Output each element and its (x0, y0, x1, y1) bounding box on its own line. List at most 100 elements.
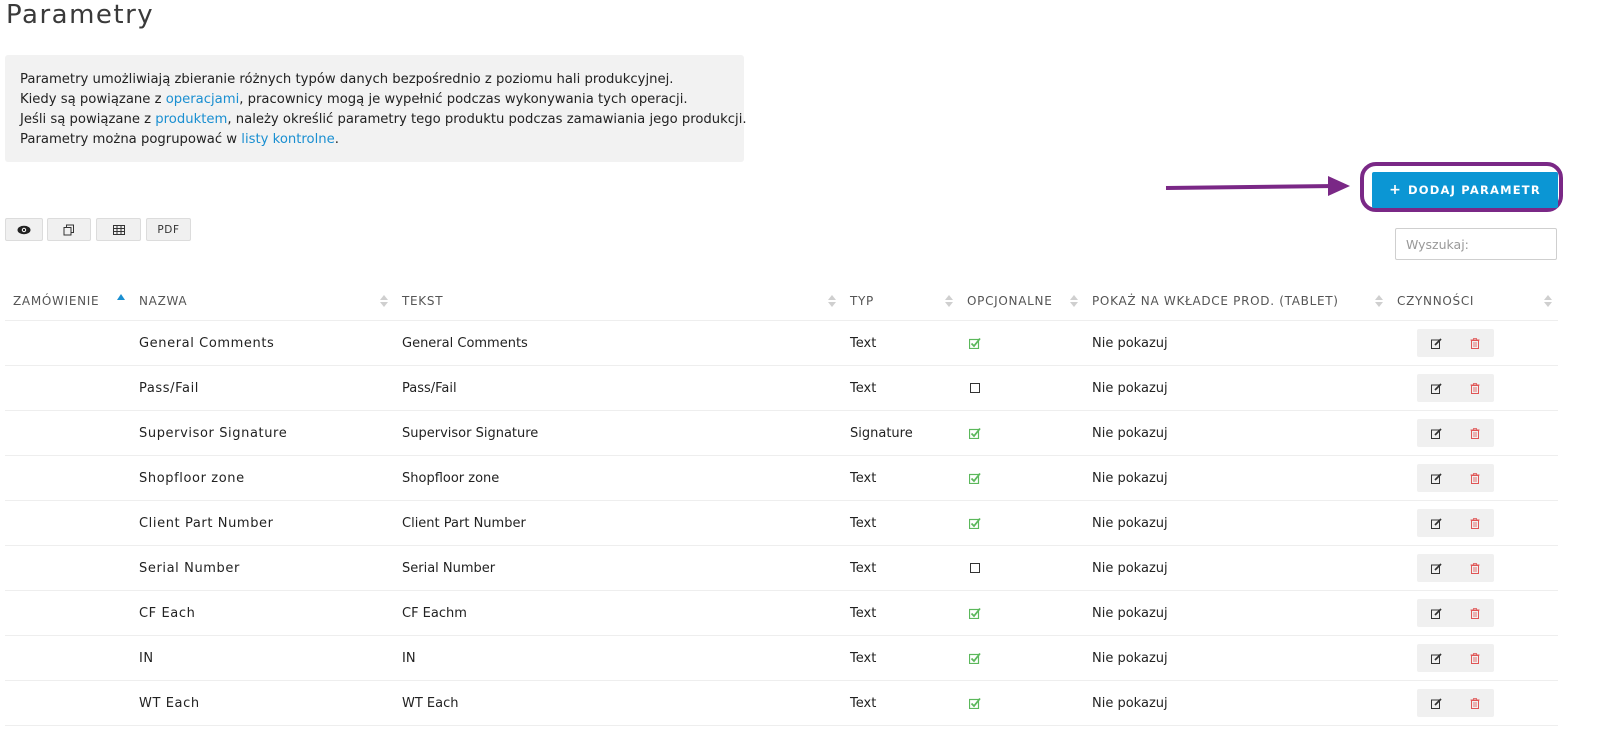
excel-export-button[interactable] (96, 218, 141, 241)
parameter-name-link[interactable]: WT Each (131, 680, 394, 726)
text-cell: Client Part Number (394, 500, 842, 546)
pdf-label: PDF (157, 223, 180, 236)
edit-button[interactable] (1421, 329, 1451, 357)
optional-cell (959, 635, 1084, 681)
parameter-name-link[interactable]: Supervisor Signature (131, 410, 394, 456)
operations-link[interactable]: operacjami (166, 92, 240, 107)
delete-button[interactable] (1460, 464, 1490, 492)
trash-icon (1470, 652, 1480, 664)
row-actions (1417, 599, 1494, 627)
text-cell: Pass/Fail (394, 365, 842, 411)
header-name[interactable]: NAZWA (131, 282, 394, 321)
type-cell: Text (842, 545, 959, 591)
pdf-export-button[interactable]: PDF (146, 218, 191, 241)
actions-cell (1389, 410, 1558, 456)
actions-cell (1389, 545, 1558, 591)
parameter-name-link[interactable]: Client Part Number (131, 500, 394, 546)
delete-button[interactable] (1460, 329, 1490, 357)
unchecked-checkbox-icon (970, 563, 980, 573)
parameter-name-link[interactable]: Serial Number (131, 545, 394, 591)
delete-button[interactable] (1460, 419, 1490, 447)
edit-button[interactable] (1421, 599, 1451, 627)
header-text[interactable]: TEKST (394, 282, 842, 321)
row-actions (1417, 689, 1494, 717)
trash-icon (1470, 697, 1480, 709)
checked-checkbox-icon (969, 607, 981, 619)
row-actions (1417, 554, 1494, 582)
info-line-1: Parametry umożliwiają zbieranie różnych … (20, 72, 674, 87)
text-cell: CF Eachm (394, 590, 842, 636)
header-type[interactable]: TYP (842, 282, 959, 321)
add-parameter-label: DODAJ PARAMETR (1408, 183, 1541, 197)
edit-button[interactable] (1421, 509, 1451, 537)
delete-button[interactable] (1460, 689, 1490, 717)
unchecked-checkbox-icon (970, 383, 980, 393)
order-cell (5, 545, 131, 591)
table-row[interactable]: General Comments General Comments Text Nie … (5, 320, 1558, 366)
text-cell: IN (394, 635, 842, 681)
sort-icon (945, 295, 953, 307)
edit-icon (1430, 382, 1442, 394)
edit-icon (1430, 697, 1442, 709)
order-cell (5, 590, 131, 636)
type-cell: Text (842, 635, 959, 681)
optional-cell (959, 365, 1084, 411)
edit-button[interactable] (1421, 374, 1451, 402)
checked-checkbox-icon (969, 472, 981, 484)
delete-button[interactable] (1460, 599, 1490, 627)
edit-button[interactable] (1421, 644, 1451, 672)
parameter-name-link[interactable]: General Comments (131, 320, 394, 366)
show-on-tablet-cell: Nie pokazuj (1084, 545, 1389, 591)
add-parameter-button[interactable]: + DODAJ PARAMETR (1372, 172, 1558, 208)
table-row[interactable]: CF Each CF Eachm Text Nie pokazuj (5, 590, 1558, 636)
table-row[interactable]: Client Part Number Client Part Number Text… (5, 500, 1558, 546)
show-on-tablet-cell: Nie pokazuj (1084, 320, 1389, 366)
delete-button[interactable] (1460, 644, 1490, 672)
info-line-4: Parametry można pogrupować w listy kontr… (20, 132, 339, 147)
parameter-name-link[interactable]: CF Each (131, 590, 394, 636)
type-cell: Text (842, 500, 959, 546)
delete-button[interactable] (1460, 509, 1490, 537)
sort-icon (1070, 295, 1078, 307)
table-row[interactable]: WT Each WT Each Text Nie pokazuj (5, 680, 1558, 726)
checklists-link[interactable]: listy kontrolne (241, 132, 334, 147)
parameter-name-link[interactable]: IN (131, 635, 394, 681)
order-cell (5, 320, 131, 366)
edit-icon (1430, 427, 1442, 439)
table-row[interactable]: Pass/Fail Pass/Fail Text Nie pokazuj (5, 365, 1558, 411)
parameter-name-link[interactable]: Pass/Fail (131, 365, 394, 411)
type-cell: Text (842, 590, 959, 636)
product-link[interactable]: produktem (155, 112, 227, 127)
delete-button[interactable] (1460, 374, 1490, 402)
header-label: TEKST (402, 294, 444, 308)
header-show-tablet[interactable]: POKAŻ NA WKŁADCE PROD. (TABLET) (1084, 282, 1389, 321)
header-optional[interactable]: OPCJONALNE (959, 282, 1084, 321)
sort-ascending-icon (117, 294, 125, 300)
copy-button[interactable] (47, 218, 91, 241)
sort-icon (828, 295, 836, 307)
order-cell (5, 455, 131, 501)
header-actions[interactable]: CZYNNOŚCI (1389, 282, 1558, 321)
edit-button[interactable] (1421, 464, 1451, 492)
text-cell: Serial Number (394, 545, 842, 591)
trash-icon (1470, 472, 1480, 484)
header-order[interactable]: ZAMÓWIENIE (5, 282, 131, 321)
table-header-row: ZAMÓWIENIE NAZWA TEKST TYP OPCJONALNE POKAŻ N… (5, 282, 1558, 321)
edit-button[interactable] (1421, 554, 1451, 582)
edit-icon (1430, 562, 1442, 574)
row-actions (1417, 464, 1494, 492)
actions-cell (1389, 590, 1558, 636)
edit-button[interactable] (1421, 419, 1451, 447)
table-row[interactable]: Serial Number Serial Number Text Nie pokazu… (5, 545, 1558, 591)
delete-button[interactable] (1460, 554, 1490, 582)
table-row[interactable]: Supervisor Signature Supervisor Signature… (5, 410, 1558, 456)
table-row[interactable]: Shopfloor zone Shopfloor zone Text Nie poka… (5, 455, 1558, 501)
column-visibility-button[interactable] (5, 218, 43, 241)
actions-cell (1389, 455, 1558, 501)
search-input[interactable] (1395, 228, 1557, 260)
trash-icon (1470, 607, 1480, 619)
annotation-arrow (1165, 176, 1350, 196)
table-row[interactable]: IN IN Text Nie pokazuj (5, 635, 1558, 681)
edit-button[interactable] (1421, 689, 1451, 717)
parameter-name-link[interactable]: Shopfloor zone (131, 455, 394, 501)
